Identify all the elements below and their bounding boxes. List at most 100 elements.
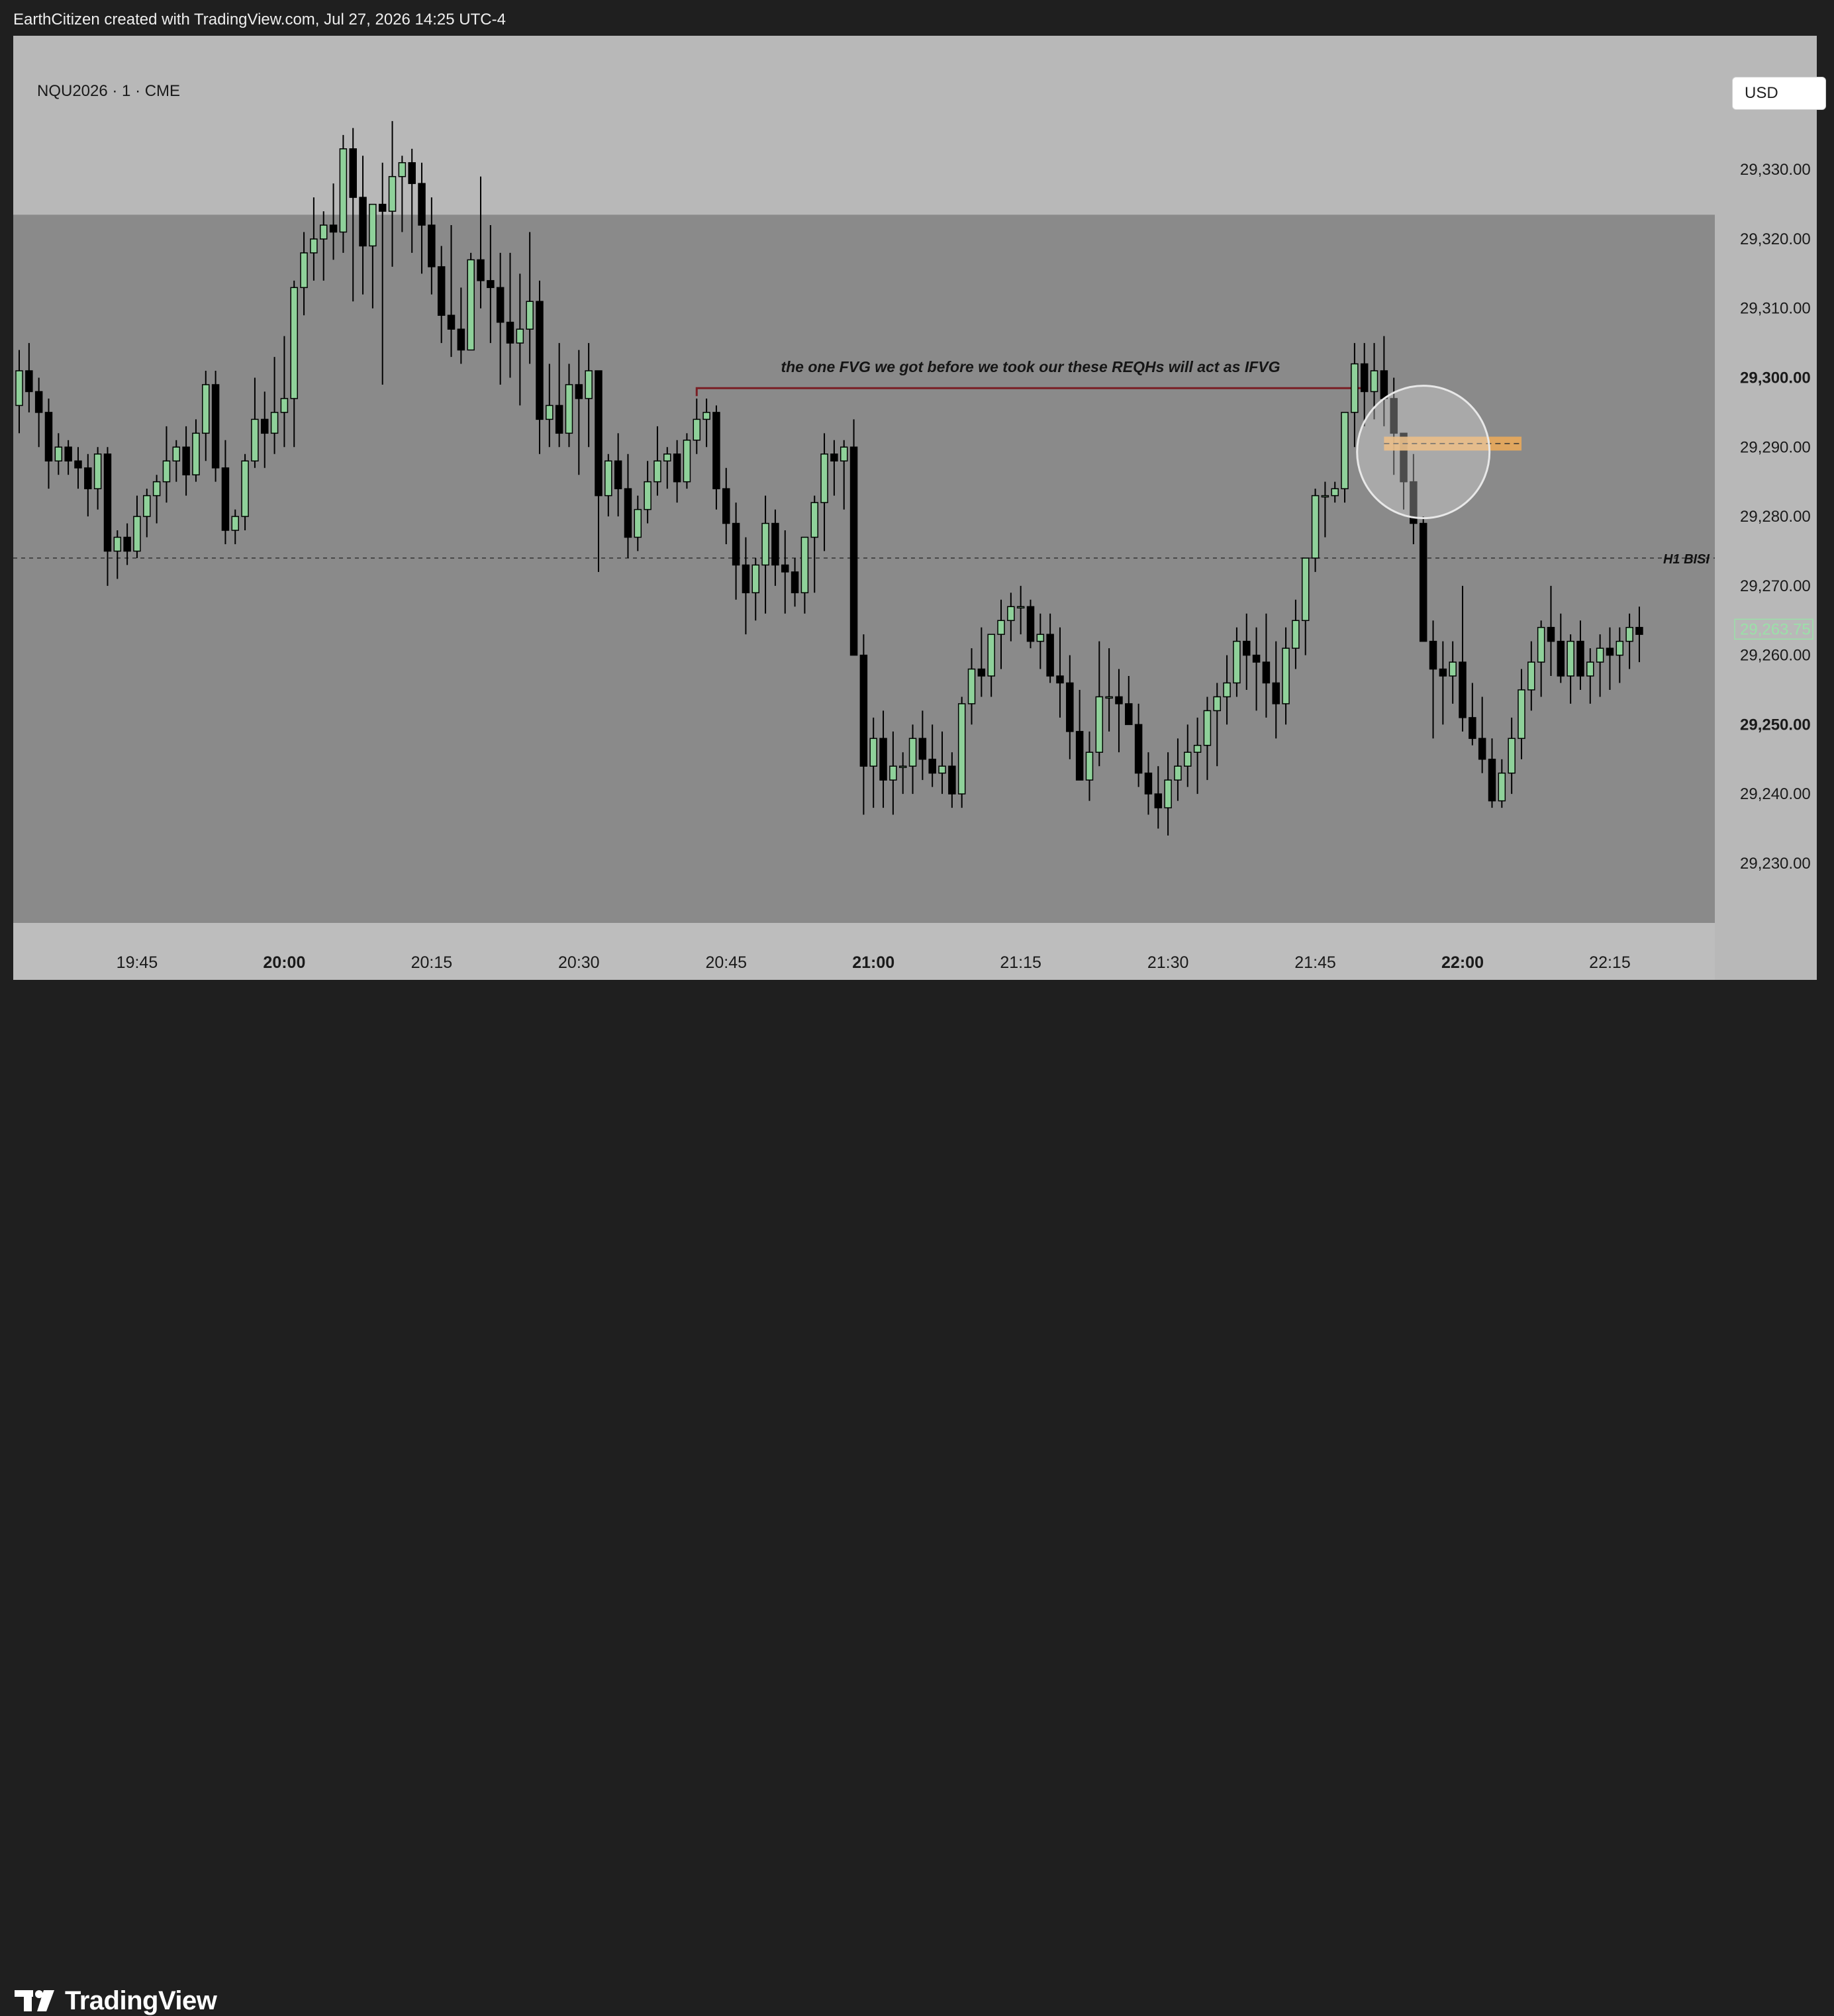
- candle-body: [319, 224, 328, 240]
- candle-body: [349, 148, 357, 198]
- candle-body: [339, 148, 348, 233]
- candle-body: [722, 488, 730, 524]
- tradingview-logo[interactable]: TradingView: [15, 1986, 217, 2015]
- candle-body: [1527, 661, 1535, 691]
- candle-body: [1341, 412, 1349, 489]
- candle-body: [1193, 745, 1202, 753]
- candle-body: [1557, 640, 1565, 677]
- tradingview-brand-text: TradingView: [65, 1986, 217, 2015]
- candle-body: [202, 384, 210, 434]
- candle-body: [15, 370, 23, 407]
- h1-bisi-label: H1 BISI: [1663, 552, 1710, 567]
- candle-body: [585, 370, 593, 399]
- candle-body: [810, 502, 818, 538]
- candle-body: [624, 488, 632, 538]
- candle-body: [663, 454, 671, 461]
- candle-body: [152, 481, 161, 497]
- candle-body: [437, 266, 446, 316]
- candle-body: [280, 398, 289, 413]
- candle-body: [133, 516, 141, 552]
- candle-body: [1174, 765, 1182, 781]
- candle-body: [1508, 738, 1516, 774]
- candle-body: [1007, 606, 1015, 621]
- candle-body: [182, 446, 190, 475]
- candle-body: [1282, 648, 1290, 704]
- candle-body: [398, 162, 407, 177]
- candle-body: [1537, 626, 1545, 663]
- time-tick-label: 19:45: [117, 953, 158, 972]
- candle-body: [25, 370, 33, 393]
- candle-body: [300, 252, 308, 289]
- price-tick-label: 29,230.00: [1740, 855, 1811, 873]
- candle-body: [948, 765, 956, 794]
- candle-body: [918, 738, 927, 760]
- candle-body: [673, 454, 681, 483]
- candle-body: [1586, 661, 1594, 677]
- currency-button[interactable]: USD: [1732, 77, 1826, 110]
- chart-area[interactable]: H1 BISI the one FVG we got before we took…: [13, 36, 1826, 980]
- candle-body: [1635, 626, 1643, 635]
- candle-body: [506, 321, 514, 344]
- candle-body: [251, 418, 259, 461]
- candle-body: [290, 287, 298, 399]
- candle-body: [1213, 696, 1222, 712]
- candle-body: [1380, 370, 1388, 399]
- candle-body: [1154, 793, 1163, 808]
- candle-body: [1292, 620, 1300, 649]
- price-tick-label: 29,280.00: [1740, 508, 1811, 526]
- symbol-label[interactable]: NQU2026 · 1 · CME: [37, 82, 180, 101]
- candle: [1341, 412, 1349, 503]
- candle-body: [1262, 661, 1271, 684]
- candle-body: [1567, 640, 1574, 677]
- candle-body: [34, 391, 43, 413]
- candle-body: [555, 405, 563, 434]
- candle-body: [1576, 640, 1584, 677]
- candle-body: [712, 412, 720, 489]
- candle-body: [1429, 640, 1437, 670]
- candle-body: [221, 467, 230, 531]
- candle-body: [849, 446, 858, 656]
- candle-body: [1105, 696, 1113, 699]
- candle-body: [54, 446, 63, 461]
- price-tick-label: 29,310.00: [1740, 300, 1811, 318]
- candle-body: [408, 162, 416, 184]
- price-tick-label: 29,270.00: [1740, 577, 1811, 595]
- candle-body: [496, 287, 505, 323]
- attribution-bar: EarthCitizen created with TradingView.co…: [0, 0, 1834, 37]
- candle-body: [693, 418, 701, 441]
- candle-body: [1331, 488, 1339, 497]
- candle-body: [44, 412, 53, 461]
- candle-body: [644, 481, 652, 510]
- candle-body: [84, 467, 92, 489]
- price-chart[interactable]: H1 BISI the one FVG we got before we took…: [13, 36, 1817, 980]
- candle-body: [908, 738, 917, 767]
- candle-body: [1351, 363, 1359, 413]
- candle-body: [1488, 758, 1496, 802]
- candle-body: [1016, 606, 1025, 609]
- time-tick-label: 21:45: [1294, 953, 1336, 972]
- candle-body: [1243, 640, 1251, 656]
- candle-body: [1596, 648, 1604, 663]
- price-tick-label: 29,260.00: [1740, 647, 1811, 665]
- candle-body: [74, 460, 82, 469]
- candle-body: [418, 183, 426, 226]
- candle-body: [1115, 696, 1123, 704]
- candle-body: [162, 460, 171, 483]
- price-tick-label: 29,330.00: [1740, 161, 1811, 179]
- candle-body: [898, 765, 907, 768]
- candle-body: [987, 634, 995, 677]
- candle: [211, 371, 220, 482]
- candle-body: [467, 259, 475, 351]
- footer: TradingView: [0, 980, 1834, 2015]
- candle: [957, 696, 966, 808]
- time-tick-label: 20:15: [411, 953, 453, 972]
- candle: [1419, 516, 1427, 642]
- candle-body: [1301, 557, 1310, 621]
- candle-body: [791, 571, 799, 594]
- candle-body: [977, 668, 986, 677]
- candle-body: [1095, 696, 1104, 753]
- candle-body: [869, 738, 877, 767]
- tradingview-logo-icon: [15, 1990, 54, 2011]
- candle-body: [103, 454, 112, 552]
- candle-body: [457, 328, 465, 351]
